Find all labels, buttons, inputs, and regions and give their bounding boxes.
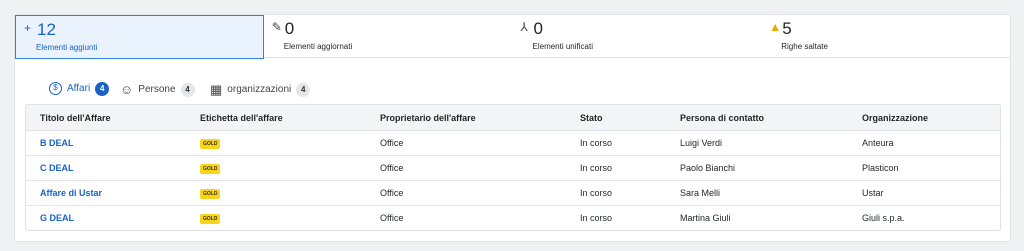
gold-tag: GOLD — [200, 213, 221, 224]
tab-persone-count: 4 — [180, 82, 195, 97]
status-cell: In corso — [580, 138, 613, 148]
deal-label-cell: GOLD — [200, 131, 221, 156]
gold-tag: GOLD — [200, 163, 221, 174]
deals-table: Titolo dell'Affare Etichetta dell'affare… — [25, 104, 1001, 231]
stat-merged-count: 0 — [533, 19, 543, 38]
deal-title-link[interactable]: G DEAL — [40, 206, 74, 230]
stat-updated[interactable]: ✎ 0 Elementi aggiornati — [264, 15, 513, 57]
tab-persone-label: Persone — [138, 84, 176, 95]
organization-cell: Giuli s.p.a. — [862, 213, 905, 223]
deal-label-cell: GOLD — [200, 206, 221, 230]
owner-cell: Office — [380, 163, 404, 173]
tab-affari-label: Affari — [67, 83, 91, 94]
stat-updated-label: Elementi aggiornati — [283, 42, 353, 51]
stat-skipped-count: 5 — [782, 19, 792, 38]
deal-label-cell: GOLD — [200, 181, 221, 206]
status-cell: In corso — [580, 188, 613, 198]
contact-cell: Paolo Bianchi — [680, 163, 736, 173]
merge-icon: ⅄ — [520, 20, 528, 34]
owner-cell: Office — [380, 188, 404, 198]
stat-skipped[interactable]: ▲ 5 Righe saltate — [761, 15, 1010, 57]
table-row: Affare di Ustar GOLD Office In corso Sar… — [26, 181, 1000, 206]
stat-added[interactable]: + 12 Elementi aggiunti — [15, 15, 264, 59]
stat-skipped-label: Righe saltate — [781, 42, 828, 51]
building-icon: ▦ — [210, 81, 223, 97]
header-persona: Persona di contatto — [680, 113, 765, 123]
pencil-icon: ✎ — [271, 20, 282, 34]
stat-merged-label: Elementi unificati — [532, 42, 593, 51]
owner-cell: Office — [380, 213, 404, 223]
organization-cell: Anteura — [862, 138, 894, 148]
deal-title-link[interactable]: C DEAL — [40, 156, 74, 181]
contact-cell: Luigi Verdi — [680, 138, 723, 148]
entity-tabs: $ Affari 4 ☺ Persone 4 ▦ organizzazioni … — [35, 71, 1000, 108]
plus-icon: + — [24, 21, 32, 35]
contact-cell: Martina Giuli — [680, 213, 731, 223]
gold-tag: GOLD — [200, 188, 221, 199]
table-row: C DEAL GOLD Office In corso Paolo Bianch… — [26, 156, 1000, 181]
header-organizzazione: Organizzazione — [862, 113, 929, 123]
table-row: G DEAL GOLD Office In corso Martina Giul… — [26, 206, 1000, 230]
deal-label-cell: GOLD — [200, 156, 221, 181]
header-etichetta: Etichetta dell'affare — [200, 113, 283, 123]
tab-affari-count: 4 — [95, 81, 110, 96]
import-results-panel: + 12 Elementi aggiunti ✎ 0 Elementi aggi… — [14, 14, 1011, 242]
warning-icon: ▲ — [769, 20, 782, 34]
tab-organizzazioni-count: 4 — [296, 82, 311, 97]
dollar-circle-icon: $ — [49, 82, 62, 95]
organization-cell: Ustar — [862, 188, 884, 198]
stat-added-count: 12 — [37, 20, 56, 39]
stat-added-label: Elementi aggiunti — [36, 43, 98, 52]
status-cell: In corso — [580, 163, 613, 173]
tab-organizzazioni[interactable]: ▦ organizzazioni 4 — [210, 71, 311, 108]
owner-cell: Office — [380, 138, 404, 148]
table-row: B DEAL GOLD Office In corso Luigi Verdi … — [26, 131, 1000, 156]
status-cell: In corso — [580, 213, 613, 223]
stat-merged[interactable]: ⅄ 0 Elementi unificati — [513, 15, 762, 57]
deal-title-link[interactable]: B DEAL — [40, 131, 74, 156]
tab-affari[interactable]: $ Affari 4 — [43, 71, 116, 108]
gold-tag: GOLD — [200, 138, 221, 149]
stat-updated-count: 0 — [284, 19, 295, 38]
deal-title-link[interactable]: Affare di Ustar — [40, 181, 102, 206]
contact-cell: Sara Melli — [680, 188, 721, 198]
stats-bar: + 12 Elementi aggiunti ✎ 0 Elementi aggi… — [15, 15, 1010, 59]
tab-organizzazioni-label: organizzazioni — [227, 84, 292, 95]
person-icon: ☺ — [120, 82, 134, 97]
tab-persone[interactable]: ☺ Persone 4 — [120, 71, 195, 108]
table-header: Titolo dell'Affare Etichetta dell'affare… — [26, 105, 1000, 131]
header-titolo: Titolo dell'Affare — [40, 113, 111, 123]
header-stato: Stato — [580, 113, 603, 123]
header-proprietario: Proprietario dell'affare — [380, 113, 476, 123]
organization-cell: Plasticon — [862, 163, 899, 173]
